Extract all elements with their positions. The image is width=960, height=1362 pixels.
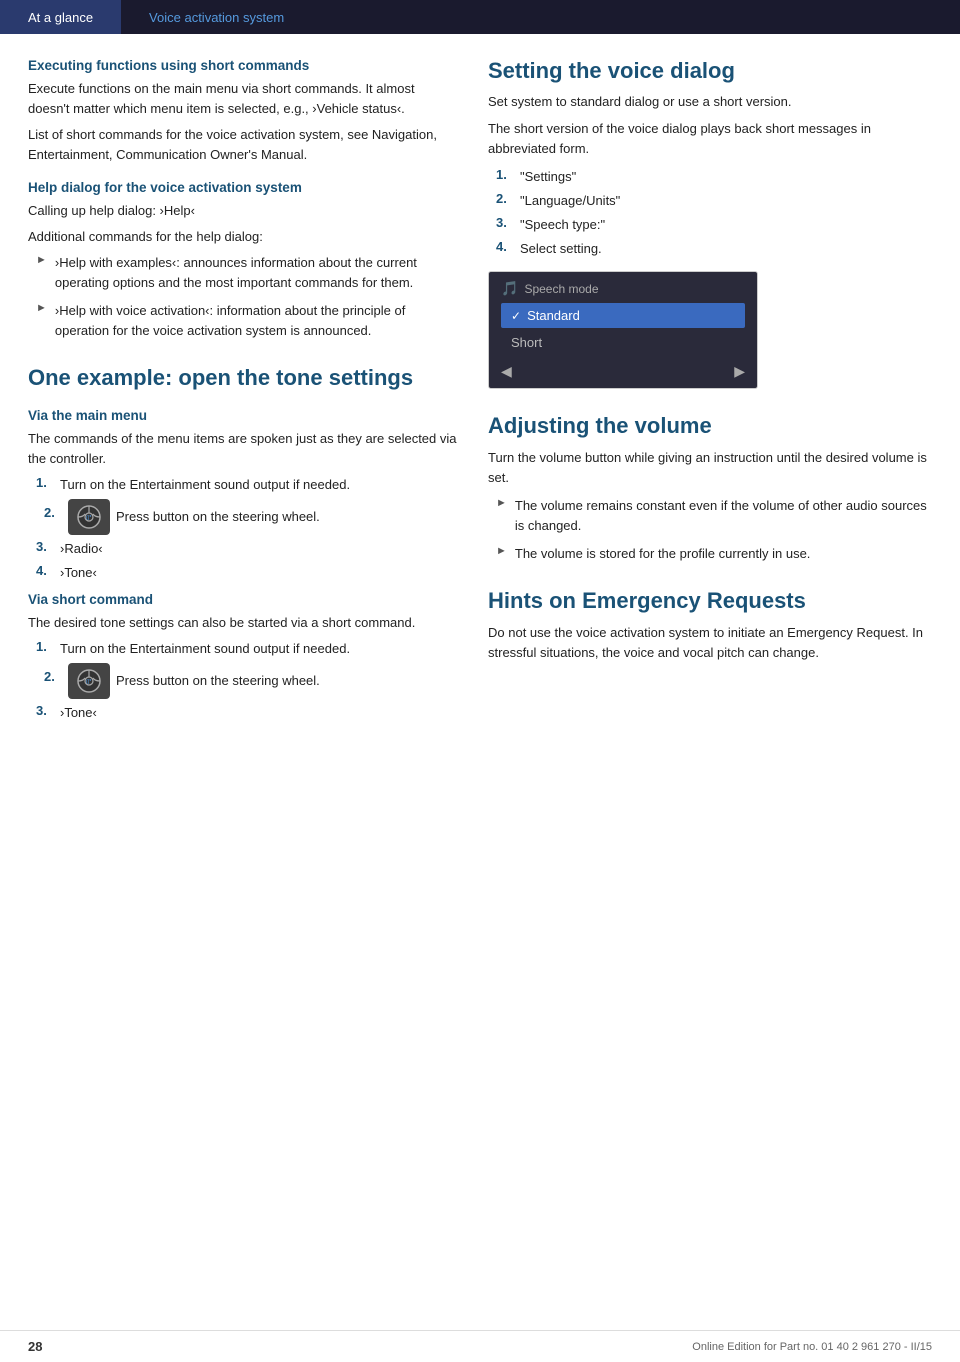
step-2b: 2. ((* Press button xyxy=(44,663,458,699)
main-content: Executing functions using short commands… xyxy=(0,34,960,787)
step-3a: 3. ›Radio‹ xyxy=(36,539,458,559)
step-2a: 2. ((* Press button xyxy=(44,499,458,535)
page-number: 28 xyxy=(28,1339,42,1354)
step-1a: 1. Turn on the Entertainment sound outpu… xyxy=(36,475,458,495)
speech-mode-display: 🎵 Speech mode Standard Short ◀ ▶ xyxy=(488,271,758,389)
nav-arrow-right: ▶ xyxy=(734,363,745,380)
step-3b: 3. ›Tone‹ xyxy=(36,703,458,723)
speech-mode-options: Standard Short xyxy=(501,303,745,355)
speech-option-short: Short xyxy=(501,330,745,355)
volume-bullet-icon-1: ► xyxy=(496,497,507,509)
left-column: Executing functions using short commands… xyxy=(28,58,458,727)
executing-functions-para1: Execute functions on the main menu via s… xyxy=(28,79,458,119)
help-dialog-title: Help dialog for the voice activation sys… xyxy=(28,180,458,195)
svg-text:((*: ((* xyxy=(86,515,91,521)
section-setting-voice-dialog: Setting the voice dialog Set system to s… xyxy=(488,58,932,389)
voice-step-3: 3. "Speech type:" xyxy=(496,215,932,235)
bullet-help-examples-text: ›Help with examples‹: announces informat… xyxy=(55,253,458,293)
calling-up-text: Calling up help dialog: ›Help‹ xyxy=(28,201,458,221)
speech-option-standard: Standard xyxy=(501,303,745,328)
nav-arrows: ◀ ▶ xyxy=(501,363,745,380)
section-adjusting-volume: Adjusting the volume Turn the volume but… xyxy=(488,413,932,564)
footer: 28 Online Edition for Part no. 01 40 2 9… xyxy=(0,1330,960,1362)
footer-info: Online Edition for Part no. 01 40 2 961 … xyxy=(692,1341,932,1353)
volume-bullet-2: ► The volume is stored for the profile c… xyxy=(496,544,932,564)
one-example-title: One example: open the tone settings xyxy=(28,365,458,391)
via-short-command-desc: The desired tone settings can also be st… xyxy=(28,613,458,633)
steering-wheel-button-icon-2: ((* xyxy=(68,663,110,699)
tab-at-a-glance[interactable]: At a glance xyxy=(0,0,121,34)
setting-voice-para2: The short version of the voice dialog pl… xyxy=(488,119,932,159)
bullet-icon-1: ► xyxy=(36,254,47,266)
setting-voice-para1: Set system to standard dialog or use a s… xyxy=(488,92,932,112)
bullet-help-examples: ► ›Help with examples‹: announces inform… xyxy=(36,253,458,293)
header: At a glance Voice activation system xyxy=(0,0,960,34)
via-short-command-steps: 1. Turn on the Entertainment sound outpu… xyxy=(36,639,458,723)
volume-bullet-1-text: The volume remains constant even if the … xyxy=(515,496,932,536)
volume-bullet-2-text: The volume is stored for the profile cur… xyxy=(515,544,811,564)
executing-functions-para2: List of short commands for the voice act… xyxy=(28,125,458,165)
volume-bullet-1: ► The volume remains constant even if th… xyxy=(496,496,932,536)
setting-voice-steps: 1. "Settings" 2. "Language/Units" 3. "Sp… xyxy=(496,167,932,260)
bullet-help-voice-text: ›Help with voice activation‹: informatio… xyxy=(55,301,458,341)
steering-wheel-button-icon-1: ((* xyxy=(68,499,110,535)
speech-mode-title: 🎵 Speech mode xyxy=(501,280,745,297)
via-main-menu-steps: 1. Turn on the Entertainment sound outpu… xyxy=(36,475,458,583)
voice-step-1: 1. "Settings" xyxy=(496,167,932,187)
adjusting-volume-desc: Turn the volume button while giving an i… xyxy=(488,448,932,488)
volume-bullet-icon-2: ► xyxy=(496,545,507,557)
right-column: Setting the voice dialog Set system to s… xyxy=(488,58,932,727)
tab-voice-activation[interactable]: Voice activation system xyxy=(121,0,312,34)
nav-arrow-left: ◀ xyxy=(501,363,512,380)
emergency-requests-title: Hints on Emergency Requests xyxy=(488,588,932,614)
voice-step-4: 4. Select setting. xyxy=(496,239,932,259)
bullet-icon-2: ► xyxy=(36,302,47,314)
voice-step-2: 2. "Language/Units" xyxy=(496,191,932,211)
via-main-menu-title: Via the main menu xyxy=(28,408,458,423)
section-executing-functions: Executing functions using short commands… xyxy=(28,58,458,166)
via-main-menu-desc: The commands of the menu items are spoke… xyxy=(28,429,458,469)
emergency-requests-desc: Do not use the voice activation system t… xyxy=(488,623,932,663)
section-one-example: One example: open the tone settings Via … xyxy=(28,365,458,723)
section-emergency-requests: Hints on Emergency Requests Do not use t… xyxy=(488,588,932,663)
adjusting-volume-title: Adjusting the volume xyxy=(488,413,932,439)
svg-text:((*: ((* xyxy=(86,679,91,685)
setting-voice-dialog-title: Setting the voice dialog xyxy=(488,58,932,84)
section-help-dialog: Help dialog for the voice activation sys… xyxy=(28,180,458,342)
additional-commands-text: Additional commands for the help dialog: xyxy=(28,227,458,247)
step-4a: 4. ›Tone‹ xyxy=(36,563,458,583)
bullet-help-voice: ► ›Help with voice activation‹: informat… xyxy=(36,301,458,341)
executing-functions-title: Executing functions using short commands xyxy=(28,58,458,73)
via-short-command-title: Via short command xyxy=(28,592,458,607)
step-1b: 1. Turn on the Entertainment sound outpu… xyxy=(36,639,458,659)
